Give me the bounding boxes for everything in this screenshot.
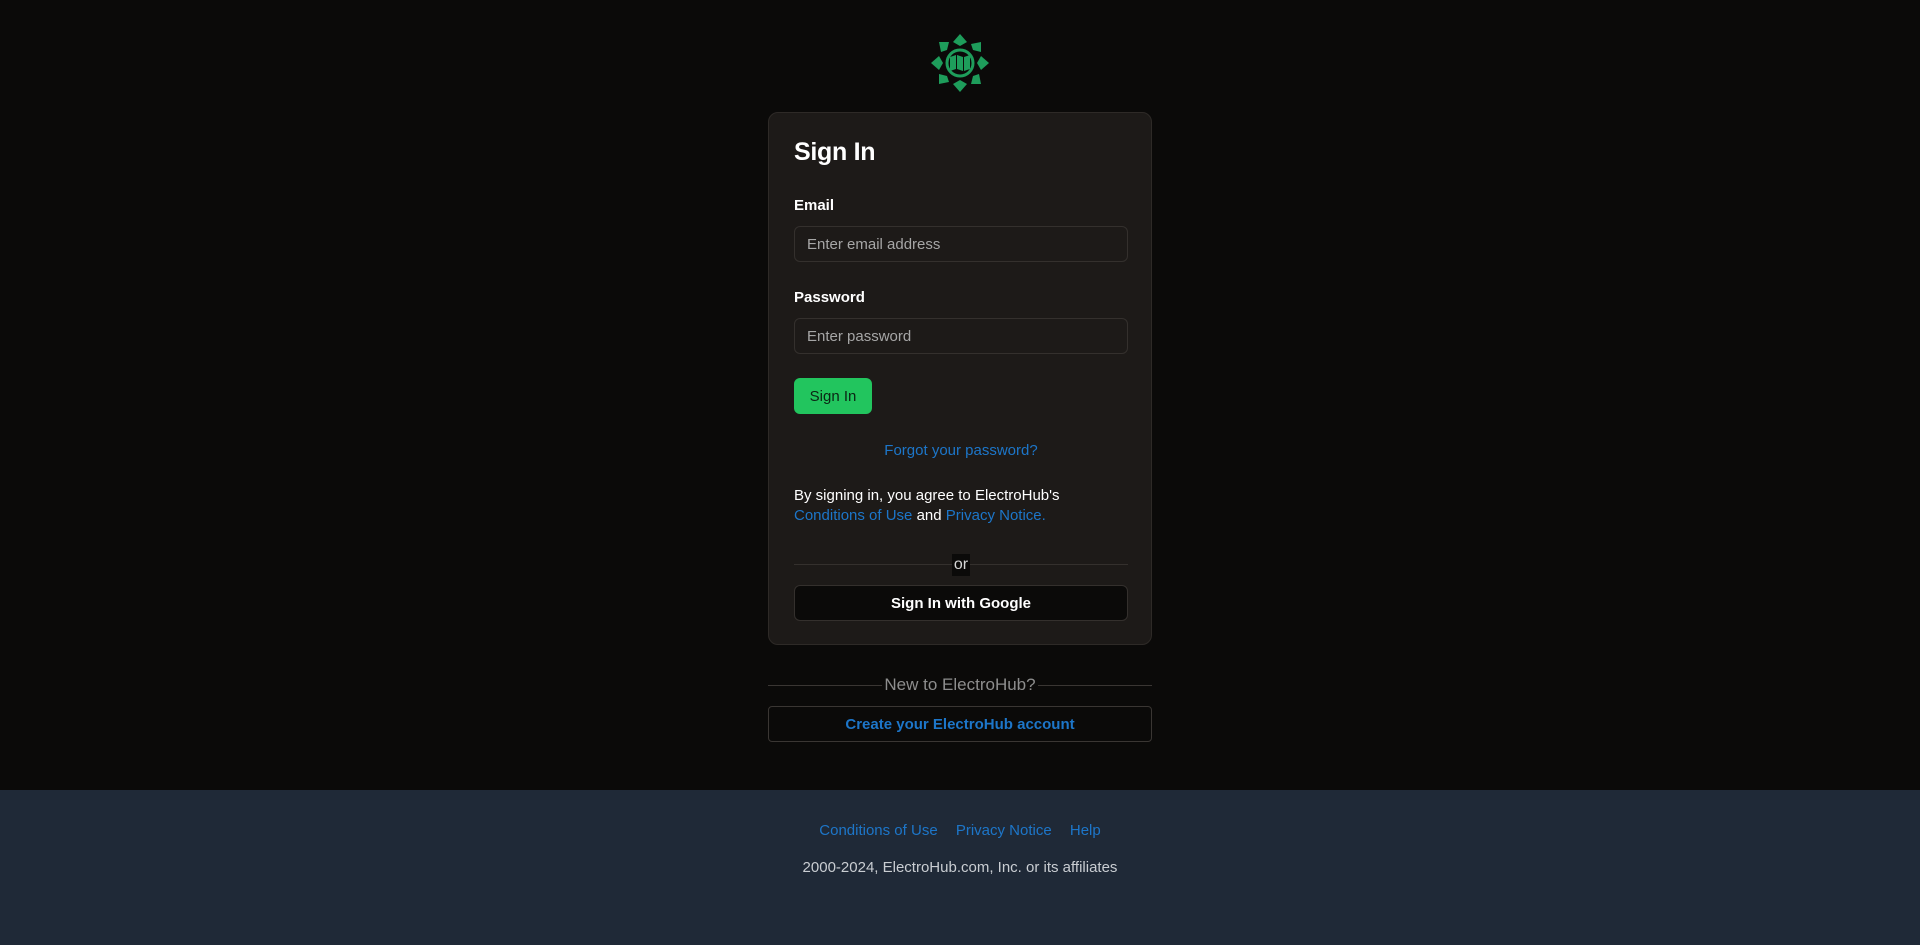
new-account-prompt: New to ElectroHub? — [768, 675, 1152, 695]
conditions-of-use-link[interactable]: Conditions of Use — [794, 507, 912, 524]
or-divider-text: or — [952, 554, 970, 576]
password-label: Password — [794, 289, 865, 306]
create-account-button[interactable]: Create your ElectroHub account — [768, 706, 1152, 742]
footer-conditions-link[interactable]: Conditions of Use — [819, 822, 937, 839]
copyright-text: 2000-2024, ElectroHub.com, Inc. or its a… — [802, 859, 1118, 876]
footer-help-link[interactable]: Help — [1070, 822, 1101, 839]
footer-links: Conditions of Use Privacy Notice Help — [0, 822, 1920, 839]
footer-privacy-link[interactable]: Privacy Notice — [956, 822, 1052, 839]
sign-in-card: Sign In Email Password Sign In Forgot yo… — [768, 112, 1152, 645]
terms-and-text: and — [916, 507, 942, 524]
privacy-notice-link[interactable]: Privacy Notice. — [946, 507, 1046, 524]
terms-agreement: By signing in, you agree to ElectroHub's… — [794, 486, 1134, 526]
google-sign-in-button[interactable]: Sign In with Google — [794, 585, 1128, 621]
password-field[interactable] — [794, 318, 1128, 354]
email-field[interactable] — [794, 226, 1128, 262]
main-area: Sign In Email Password Sign In Forgot yo… — [0, 0, 1920, 790]
logo-icon — [931, 34, 989, 92]
terms-agreement-text: By signing in, you agree to ElectroHub's — [794, 487, 1060, 504]
forgot-password-link[interactable]: Forgot your password? — [769, 442, 1153, 459]
page-title: Sign In — [794, 138, 876, 166]
sign-in-button[interactable]: Sign In — [794, 378, 872, 414]
footer: Conditions of Use Privacy Notice Help 20… — [0, 790, 1920, 945]
new-account-prompt-text: New to ElectroHub? — [882, 675, 1038, 694]
email-label: Email — [794, 197, 835, 214]
